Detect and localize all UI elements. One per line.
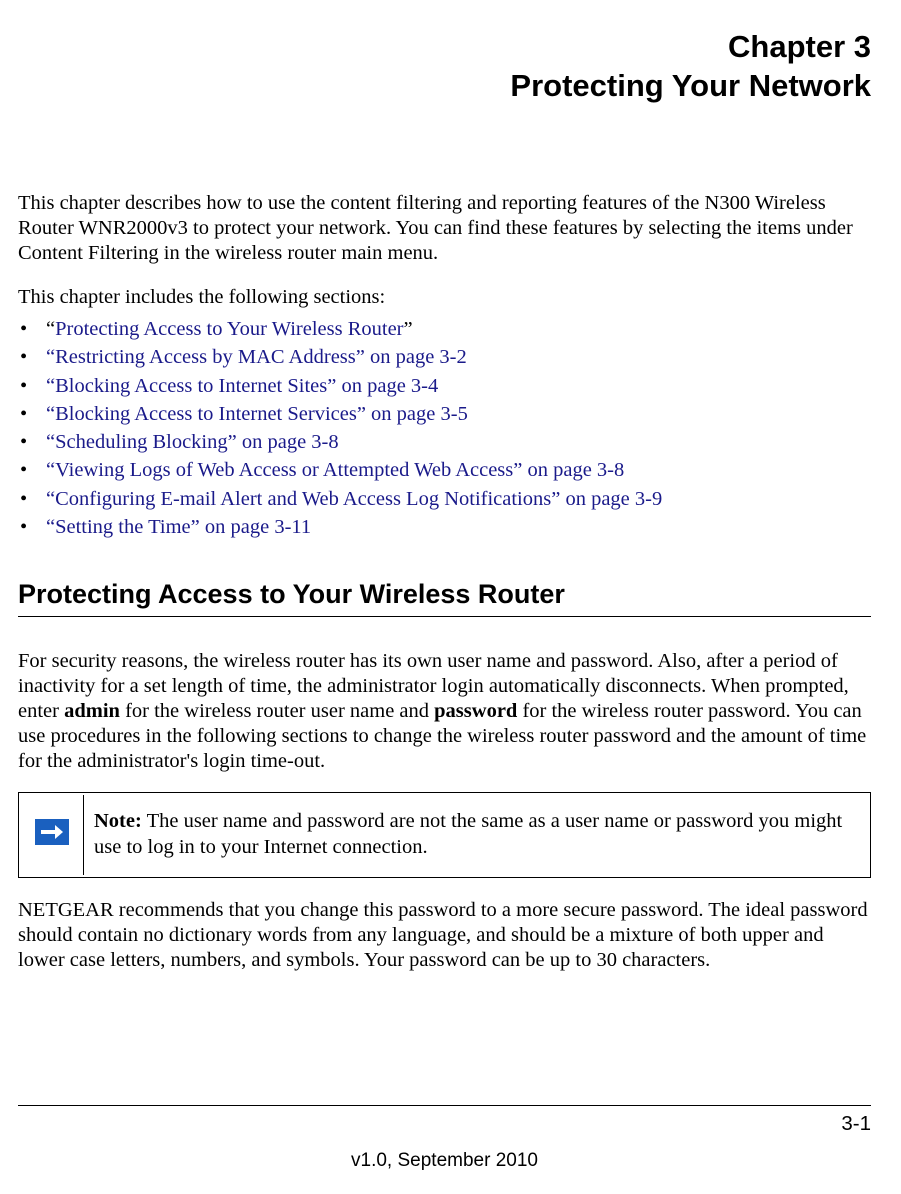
toc-prefix: “ — [46, 318, 55, 340]
toc-link-setting-time[interactable]: “Setting the Time” on page 3-11 — [46, 516, 311, 538]
toc-link-blocking-sites[interactable]: “Blocking Access to Internet Sites” on p… — [46, 375, 438, 397]
bold-password: password — [434, 700, 517, 722]
chapter-heading: Chapter 3 Protecting Your Network — [18, 28, 871, 106]
toc-item: “Viewing Logs of Web Access or Attempted… — [18, 456, 871, 484]
toc-item: “Restricting Access by MAC Address” on p… — [18, 343, 871, 371]
toc-link-email-alert[interactable]: “Configuring E-mail Alert and Web Access… — [46, 488, 662, 510]
footer-version: v1.0, September 2010 — [18, 1150, 871, 1172]
note-text-cell: Note: The user name and password are not… — [86, 795, 868, 874]
section-para-2: NETGEAR recommends that you change this … — [18, 898, 871, 973]
section-rule — [18, 616, 871, 617]
note-box: Note: The user name and password are not… — [18, 792, 871, 877]
toc-item: “Blocking Access to Internet Services” o… — [18, 400, 871, 428]
toc-list: “Protecting Access to Your Wireless Rout… — [18, 315, 871, 541]
toc-item: “Setting the Time” on page 3-11 — [18, 513, 871, 541]
toc-link-protecting-access[interactable]: Protecting Access to Your Wireless Route… — [55, 318, 403, 340]
page-footer: 3-1 v1.0, September 2010 — [18, 1105, 871, 1194]
toc-link-blocking-services[interactable]: “Blocking Access to Internet Services” o… — [46, 403, 468, 425]
sections-intro: This chapter includes the following sect… — [18, 286, 871, 309]
chapter-title: Protecting Your Network — [18, 67, 871, 106]
note-icon-cell — [21, 795, 84, 874]
note-label: Note: — [94, 810, 142, 832]
section-para-1: For security reasons, the wireless route… — [18, 649, 871, 774]
toc-item: “Configuring E-mail Alert and Web Access… — [18, 485, 871, 513]
toc-suffix: ” — [404, 318, 413, 340]
arrow-right-icon — [35, 819, 69, 845]
bold-admin: admin — [64, 700, 120, 722]
toc-item: “Blocking Access to Internet Sites” on p… — [18, 372, 871, 400]
toc-link-mac-address[interactable]: “Restricting Access by MAC Address” on p… — [46, 346, 467, 368]
note-text: The user name and password are not the s… — [94, 810, 842, 858]
section-heading: Protecting Access to Your Wireless Route… — [18, 579, 871, 610]
toc-link-scheduling[interactable]: “Scheduling Blocking” on page 3-8 — [46, 431, 339, 453]
intro-paragraph: This chapter describes how to use the co… — [18, 191, 871, 266]
toc-link-viewing-logs[interactable]: “Viewing Logs of Web Access or Attempted… — [46, 459, 624, 481]
para-text: for the wireless router user name and — [120, 700, 434, 722]
chapter-number: Chapter 3 — [18, 28, 871, 67]
toc-item: “Protecting Access to Your Wireless Rout… — [18, 315, 871, 343]
toc-item: “Scheduling Blocking” on page 3-8 — [18, 428, 871, 456]
page-number: 3-1 — [18, 1112, 871, 1136]
